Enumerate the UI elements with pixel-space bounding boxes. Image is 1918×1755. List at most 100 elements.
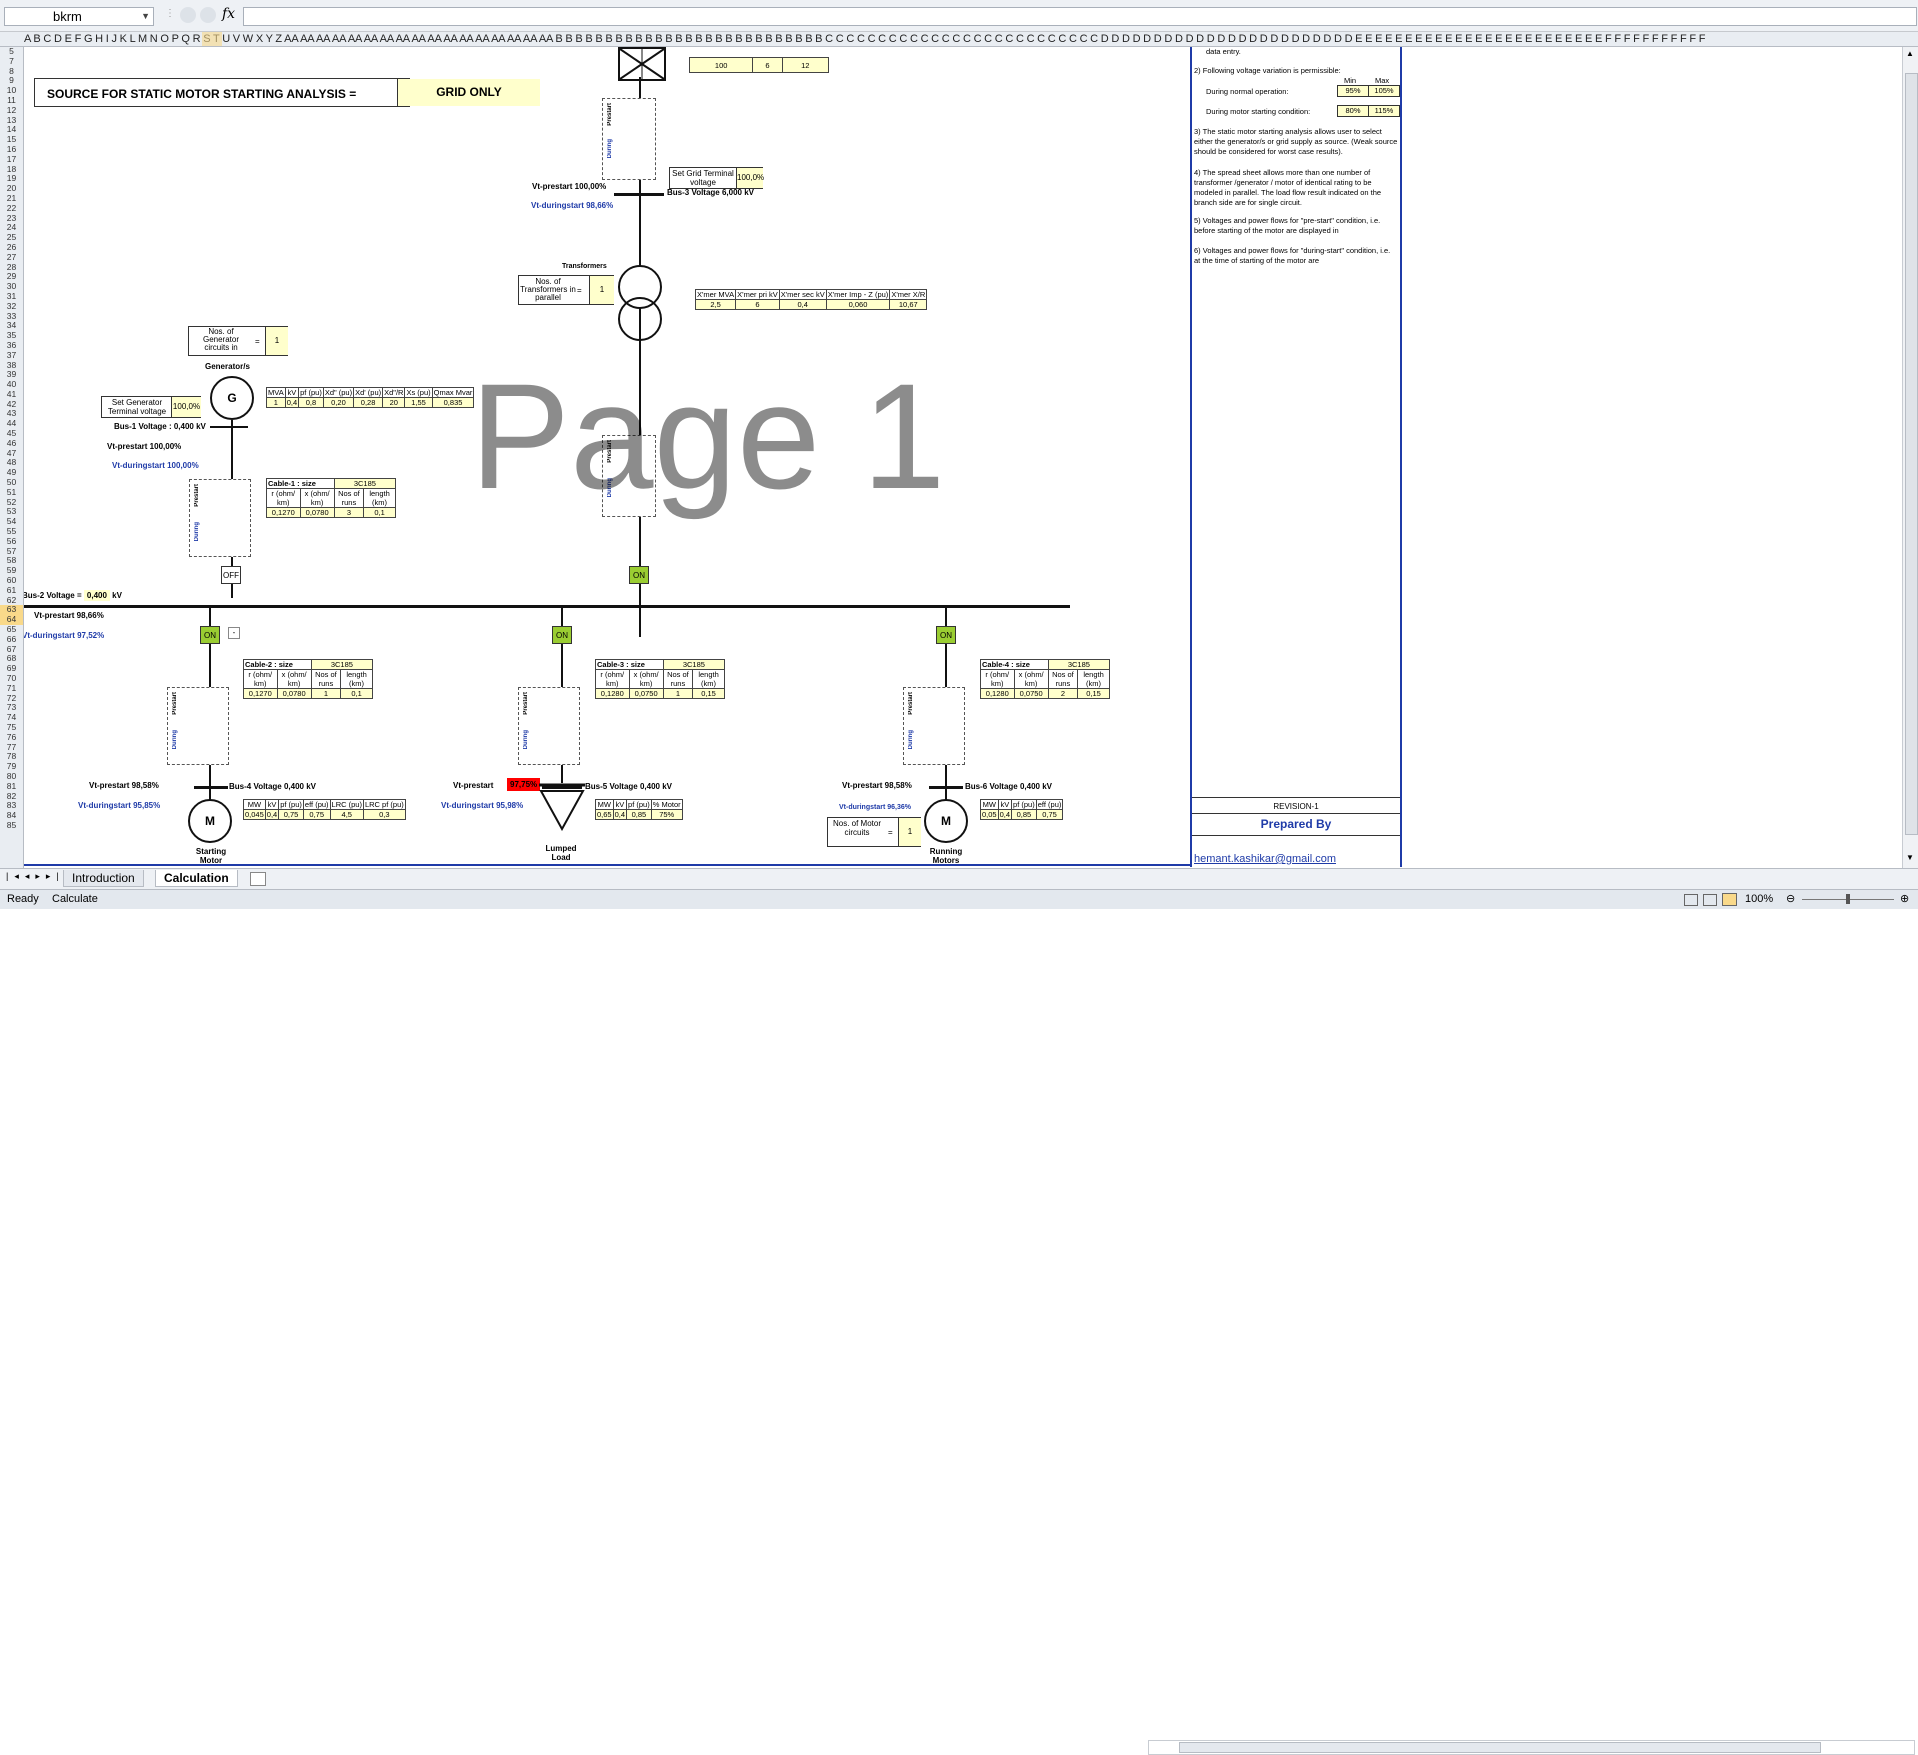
value-cell[interactable]: 0,1 xyxy=(340,688,373,699)
cable-3-label: Cable-3 : size xyxy=(595,659,664,670)
value-cell[interactable]: 0,0780 xyxy=(276,688,312,699)
value-cell[interactable]: 0,05 xyxy=(980,809,999,820)
set-gen-value[interactable]: 100,0% xyxy=(171,397,201,417)
value-cell[interactable]: 0,4 xyxy=(997,809,1013,820)
value-cell[interactable]: 0,4 xyxy=(778,299,827,310)
page-break-icon[interactable] xyxy=(1722,893,1737,906)
zoom-level[interactable]: 100% xyxy=(1745,890,1773,909)
cable-1-size[interactable]: 3C185 xyxy=(333,478,397,489)
cancel-icon[interactable] xyxy=(180,7,196,23)
value-cell[interactable]: 0,0780 xyxy=(299,507,335,518)
value-cell[interactable]: 0,0750 xyxy=(628,688,664,699)
chevron-down-icon[interactable]: ▼ xyxy=(141,8,150,25)
value-cell[interactable]: 0,15 xyxy=(1077,688,1110,699)
value-cell[interactable]: 20 xyxy=(382,397,406,408)
value-cell[interactable]: 0,4 xyxy=(264,809,280,820)
scroll-up-icon[interactable]: ▲ xyxy=(1906,49,1914,58)
tab-calculation[interactable]: Calculation xyxy=(155,870,238,887)
value-cell[interactable]: 3 xyxy=(333,507,365,518)
cable-4-size[interactable]: 3C185 xyxy=(1047,659,1111,670)
value-cell[interactable]: 4,5 xyxy=(329,809,364,820)
column-headers[interactable]: A B C D E F G H I J K L M N O P Q R S T … xyxy=(0,32,1918,47)
value-cell[interactable]: 0,4 xyxy=(284,397,300,408)
insert-function-button[interactable]: fx xyxy=(222,6,235,22)
nos-motor-value[interactable]: 1 xyxy=(898,818,921,846)
value-cell[interactable]: 0,28 xyxy=(353,397,384,408)
email-link[interactable]: hemant.kashikar@gmail.com xyxy=(1194,853,1336,865)
expand-icon[interactable]: - xyxy=(228,627,240,639)
value-cell[interactable]: 1,55 xyxy=(404,397,433,408)
grid-cell[interactable]: 100 xyxy=(688,57,754,73)
value-cell[interactable]: 0,85 xyxy=(626,809,652,820)
row-header[interactable]: 85 xyxy=(0,820,23,831)
value-cell[interactable]: 0,3 xyxy=(362,809,406,820)
value-cell[interactable]: 1 xyxy=(662,688,694,699)
value-cell[interactable]: 0,1270 xyxy=(266,507,301,518)
value-cell[interactable]: 0,1 xyxy=(363,507,396,518)
name-box[interactable]: bkrm ▼ xyxy=(4,7,154,26)
value-cell[interactable]: 0,85 xyxy=(1011,809,1037,820)
vertical-scrollbar[interactable]: ▲ ▼ xyxy=(1902,47,1918,869)
hscroll-thumb[interactable] xyxy=(1179,1742,1821,1753)
value-cell[interactable]: 10,67 xyxy=(889,299,928,310)
value-cell[interactable]: 0,835 xyxy=(431,397,475,408)
row-headers[interactable]: 5 7 8 9 10 11 12 13 14 15 16 17 18 19 20 21 22 23 24 25 26 27… xyxy=(0,47,24,868)
scroll-down-icon[interactable]: ▼ xyxy=(1906,853,1914,862)
zoom-slider-handle[interactable] xyxy=(1846,894,1850,904)
value-cell[interactable]: 0,1270 xyxy=(243,688,278,699)
value-cell[interactable]: 1 xyxy=(266,397,286,408)
starting-motor-table: MW kV pf (pu) eff (pu) LRC (pu) LRC pf (pu) 0,… xyxy=(243,799,406,820)
grid-breaker[interactable]: ON xyxy=(629,566,649,584)
tab-nav-arrows-icon[interactable]: |◂◂▸▸| xyxy=(6,871,65,882)
value-cell[interactable]: 0,060 xyxy=(825,299,891,310)
tab-introduction[interactable]: Introduction xyxy=(63,870,144,887)
worksheet[interactable]: SOURCE FOR STATIC MOTOR STARTING ANALYSI… xyxy=(24,47,1912,868)
value-cell[interactable]: 0,75 xyxy=(278,809,304,820)
enter-icon[interactable] xyxy=(200,7,216,23)
formula-input[interactable] xyxy=(243,7,1917,26)
new-sheet-icon[interactable] xyxy=(250,872,266,886)
value-cell[interactable]: 0,1280 xyxy=(595,688,630,699)
running-motor-breaker[interactable]: ON xyxy=(936,626,956,644)
source-value[interactable]: GRID ONLY xyxy=(397,79,540,106)
status-calculate[interactable]: Calculate xyxy=(52,890,98,909)
value-cell[interactable]: 0,75 xyxy=(302,809,331,820)
nos-gen-value[interactable]: 1 xyxy=(265,327,288,355)
nos-trans-value[interactable]: 1 xyxy=(589,276,614,304)
value-cell[interactable]: 0,65 xyxy=(595,809,614,820)
cable-2-size[interactable]: 3C185 xyxy=(310,659,374,670)
value-cell[interactable]: 0,045 xyxy=(243,809,266,820)
value-cell[interactable]: 0,20 xyxy=(322,397,355,408)
scroll-thumb[interactable] xyxy=(1905,73,1918,835)
header-cell: X'mer X/R xyxy=(889,289,928,300)
page-layout-icon[interactable] xyxy=(1703,894,1717,906)
gen-breaker[interactable]: OFF xyxy=(221,566,241,584)
grid-cell[interactable]: 12 xyxy=(781,57,830,73)
running-motor-table: MW kV pf (pu) eff (pu) 0,05 0,4 0,85 0,75 xyxy=(980,799,1064,820)
value-cell[interactable]: 75% xyxy=(650,809,683,820)
value-cell[interactable]: 0,4 xyxy=(612,809,628,820)
value-cell[interactable]: 0,8 xyxy=(298,397,324,408)
lumped-load-breaker[interactable]: ON xyxy=(552,626,572,644)
normal-max[interactable]: 105% xyxy=(1368,85,1400,97)
value-cell[interactable]: 6 xyxy=(735,299,780,310)
value-cell[interactable]: 0,0750 xyxy=(1013,688,1049,699)
zoom-out-icon[interactable]: ⊖ xyxy=(1786,890,1795,909)
value-cell[interactable]: 2 xyxy=(1047,688,1079,699)
value-cell[interactable]: 1 xyxy=(310,688,342,699)
value-cell[interactable]: 2,5 xyxy=(694,299,737,310)
horizontal-scrollbar[interactable] xyxy=(1148,1740,1915,1755)
normal-view-icon[interactable] xyxy=(1684,894,1698,906)
header-cell: r (ohm/ km) xyxy=(595,669,630,689)
start-min[interactable]: 80% xyxy=(1337,105,1369,117)
cable-3-size[interactable]: 3C185 xyxy=(662,659,726,670)
value-cell[interactable]: 0,1280 xyxy=(980,688,1015,699)
zoom-in-icon[interactable]: ⊕ xyxy=(1900,890,1909,909)
grid-cell[interactable]: 6 xyxy=(752,57,783,73)
normal-min[interactable]: 95% xyxy=(1337,85,1369,97)
set-grid-value[interactable]: 100,0% xyxy=(736,168,764,188)
starting-motor-breaker[interactable]: ON xyxy=(200,626,220,644)
start-max[interactable]: 115% xyxy=(1368,105,1400,117)
value-cell[interactable]: 0,15 xyxy=(692,688,725,699)
value-cell[interactable]: 0,75 xyxy=(1035,809,1064,820)
